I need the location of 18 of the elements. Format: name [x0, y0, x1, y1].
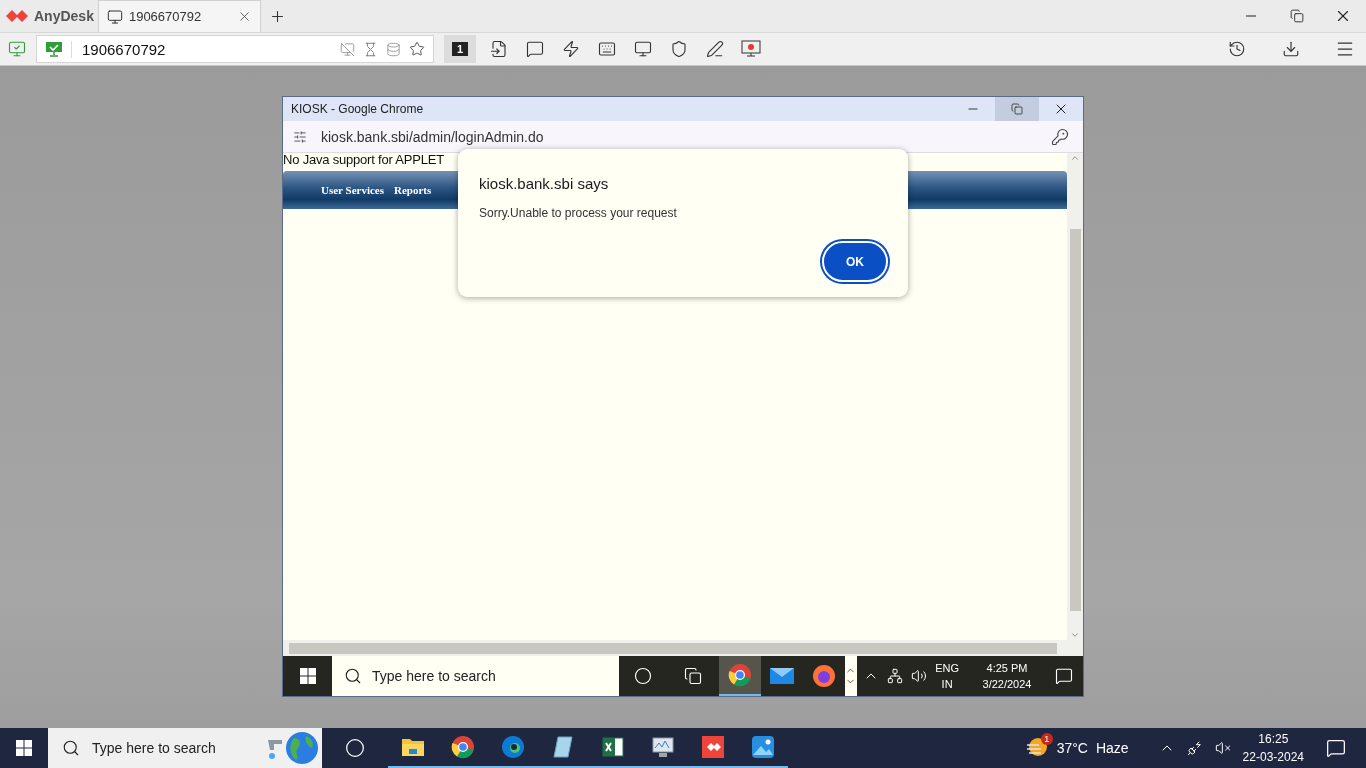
weather-condition-text[interactable]: Haze	[1095, 740, 1129, 756]
taskbar-clock[interactable]: 16:25 22-03-2024	[1242, 730, 1304, 766]
dialog-title: kiosk.bank.sbi says	[479, 175, 610, 192]
input-language[interactable]: ENG IN	[935, 660, 959, 692]
display-selector[interactable]: 1	[444, 35, 476, 63]
dialog-message: Sorry.Unable to process your request	[479, 206, 678, 220]
search-field[interactable]: Type here to search	[332, 656, 619, 696]
app-name: AnyDesk	[34, 8, 94, 24]
ok-button[interactable]: OK	[822, 241, 888, 282]
menu-link[interactable]: Reports	[394, 184, 432, 196]
browser-window-title: KIOSK - Google Chrome	[291, 102, 425, 116]
taskbar-clock[interactable]: 4:25 PM 3/22/2024	[967, 660, 1047, 692]
java-notice-text: No Java support for APPLET	[283, 153, 444, 167]
session-tab[interactable]: 1906670792	[97, 0, 261, 32]
search-field[interactable]: Type here to search	[48, 728, 322, 768]
address-field[interactable]: 1906670792	[36, 35, 434, 63]
temperature-text[interactable]: 37°C	[1056, 740, 1088, 756]
menu-link[interactable]: User Services	[321, 184, 385, 196]
